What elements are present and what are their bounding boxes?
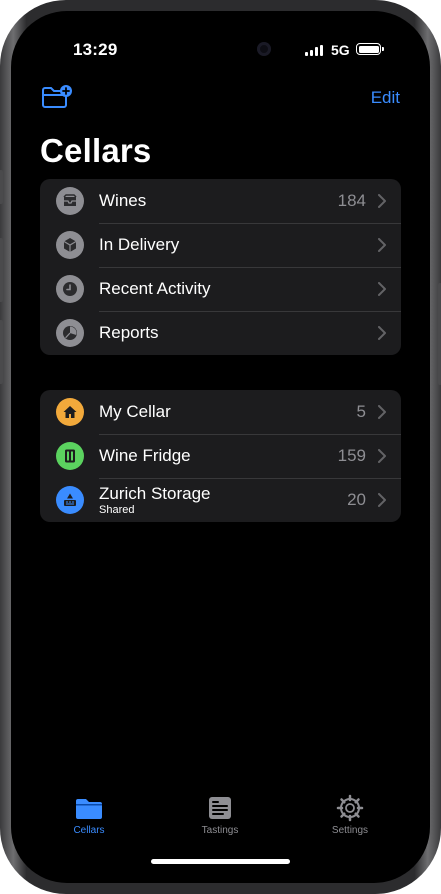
row-recent-activity[interactable]: Recent Activity <box>40 267 401 311</box>
chevron-right-icon <box>378 194 386 208</box>
tab-tastings[interactable]: Tastings <box>180 794 260 836</box>
volume-down-button <box>0 320 3 384</box>
folder-plus-icon <box>42 85 72 108</box>
overview-group: Wines 184 In Delivery Recent Activity Re… <box>40 179 401 355</box>
wine-box-icon <box>56 187 84 215</box>
row-label: Wines <box>99 191 147 210</box>
row-label: Reports <box>99 323 159 342</box>
page-title: Cellars <box>40 132 152 169</box>
storage-icon <box>56 486 84 514</box>
edit-button[interactable]: Edit <box>371 88 400 108</box>
tab-settings[interactable]: Settings <box>310 794 390 836</box>
cellars-group: My Cellar 5 Wine Fridge 159 Zurich Stora… <box>40 390 401 522</box>
row-my-cellar[interactable]: My Cellar 5 <box>40 390 401 434</box>
row-count: 5 <box>356 402 366 421</box>
row-count: 20 <box>347 490 366 509</box>
action-button <box>0 170 3 204</box>
row-zurich-storage[interactable]: Zurich Storage Shared 20 <box>40 478 401 522</box>
status-time: 13:29 <box>73 40 118 59</box>
phone-frame: 13:29 5G Edit Cellars Wines 184 In Deliv… <box>0 0 441 894</box>
tasting-note-icon <box>209 797 231 819</box>
tab-label: Cellars <box>73 825 105 836</box>
row-label: My Cellar <box>99 402 171 421</box>
chevron-right-icon <box>378 326 386 340</box>
row-count: 159 <box>337 446 366 465</box>
row-label: Wine Fridge <box>99 446 191 465</box>
network-type: 5G <box>331 42 350 58</box>
row-wines[interactable]: Wines 184 <box>40 179 401 223</box>
fridge-icon <box>56 442 84 470</box>
cellular-signal-icon <box>305 45 323 56</box>
screen: 13:29 5G Edit Cellars Wines 184 In Deliv… <box>11 11 430 883</box>
row-reports[interactable]: Reports <box>40 311 401 355</box>
package-icon <box>56 231 84 259</box>
row-label: Recent Activity <box>99 279 211 298</box>
chevron-right-icon <box>378 238 386 252</box>
row-in-delivery[interactable]: In Delivery <box>40 223 401 267</box>
chevron-right-icon <box>378 493 386 507</box>
tab-label: Settings <box>331 825 369 836</box>
house-icon <box>56 398 84 426</box>
clock-icon <box>56 275 84 303</box>
row-wine-fridge[interactable]: Wine Fridge 159 <box>40 434 401 478</box>
add-cellar-button[interactable] <box>41 85 73 109</box>
row-subtitle: Shared <box>99 504 135 516</box>
volume-up-button <box>0 238 3 302</box>
tab-cellars[interactable]: Cellars <box>49 794 129 836</box>
chevron-right-icon <box>378 405 386 419</box>
row-label: Zurich Storage <box>99 484 211 503</box>
folder-icon <box>76 799 102 819</box>
battery-icon <box>356 43 384 55</box>
chevron-right-icon <box>378 282 386 296</box>
pie-chart-icon <box>56 319 84 347</box>
row-count: 184 <box>337 191 366 210</box>
front-camera <box>257 42 271 56</box>
home-indicator[interactable] <box>151 859 290 864</box>
tab-label: Tastings <box>201 825 239 836</box>
chevron-right-icon <box>378 449 386 463</box>
gear-icon <box>336 794 364 822</box>
row-label: In Delivery <box>99 235 180 254</box>
